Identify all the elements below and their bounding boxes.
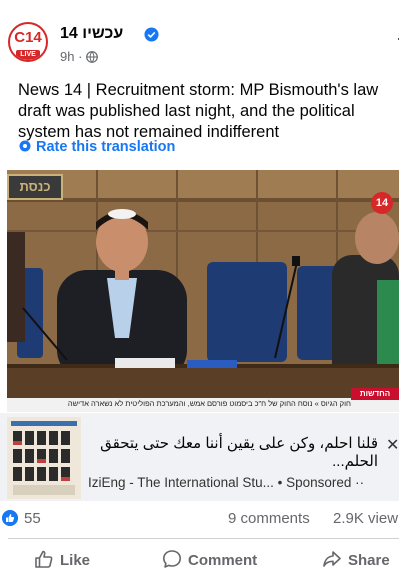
- post-stats: 55 9 comments 2.9K view: [0, 505, 399, 531]
- facebook-post-card: C14 LIVE עכשיו 14 9h · · News 14 | Recru…: [0, 0, 399, 577]
- page-avatar[interactable]: C14 LIVE: [8, 22, 48, 62]
- page-name-link[interactable]: עכשיו 14: [60, 25, 123, 43]
- like-label: Like: [60, 552, 91, 569]
- news-ticker: חוק הגיוס » נוסח החוק של ח"כ ביסמוט פורס…: [7, 388, 399, 412]
- knesset-sign: כנסת: [7, 174, 63, 200]
- ad-more-icon[interactable]: ··: [355, 475, 364, 490]
- channel-logo: 14: [371, 192, 393, 214]
- comment-icon: [163, 550, 181, 568]
- meta-separator: ·: [78, 49, 83, 64]
- ad-headline[interactable]: قلنا احلم، وكن على يقين أننا معك حتى يتح…: [88, 435, 378, 471]
- like-button[interactable]: Like: [34, 549, 90, 573]
- page-logo: C14: [14, 29, 42, 46]
- ad-advertiser[interactable]: IziEng - The International Stu...: [88, 475, 274, 490]
- gear-icon: [19, 140, 31, 152]
- ad-thumbnail[interactable]: [7, 417, 81, 499]
- comments-count[interactable]: 9 comments: [228, 510, 310, 527]
- likes-count[interactable]: 55: [24, 510, 41, 527]
- ad-source: IziEng - The International Stu... • Spon…: [88, 475, 364, 490]
- comment-button[interactable]: Comment: [162, 549, 257, 573]
- live-badge: LIVE: [16, 50, 40, 60]
- post-header: C14 LIVE עכשיו 14 9h · ·: [8, 22, 399, 70]
- ad-thumbnail-image: [7, 417, 81, 499]
- post-time[interactable]: 9h: [60, 49, 74, 64]
- verified-badge-icon: [144, 27, 159, 42]
- ticker-text: חוק הגיוס » נוסח החוק של ח"כ ביסמוט פורס…: [67, 399, 351, 408]
- views-count: 2.9K view: [333, 510, 399, 527]
- photo-scene: [7, 170, 399, 412]
- ticker-badge: החדשות: [351, 388, 399, 400]
- like-reaction-icon[interactable]: [2, 510, 18, 526]
- share-button[interactable]: Share: [322, 549, 390, 573]
- post-meta: 9h ·: [60, 49, 98, 64]
- post-actions: Like Comment Share: [0, 545, 399, 577]
- post-text: News 14 | Recruitment storm: MP Bismouth…: [18, 81, 379, 141]
- thumbs-up-icon: [35, 550, 53, 568]
- close-icon[interactable]: ✕: [386, 435, 399, 455]
- sponsored-ad[interactable]: قلنا احلم، وكن على يقين أننا معك حتى يتح…: [0, 413, 399, 501]
- globe-icon: [86, 51, 98, 63]
- divider: [8, 538, 399, 539]
- share-label: Share: [348, 552, 390, 569]
- rate-translation-link[interactable]: Rate this translation: [18, 139, 175, 155]
- share-icon: [323, 551, 341, 567]
- post-photo[interactable]: כנסת 14 חוק הגיוס » נוסח החוק של ח"כ ביס…: [7, 170, 399, 412]
- rate-translation-label: Rate this translation: [36, 139, 176, 155]
- comment-label: Comment: [188, 552, 258, 569]
- sponsored-label: • Sponsored: [277, 475, 352, 490]
